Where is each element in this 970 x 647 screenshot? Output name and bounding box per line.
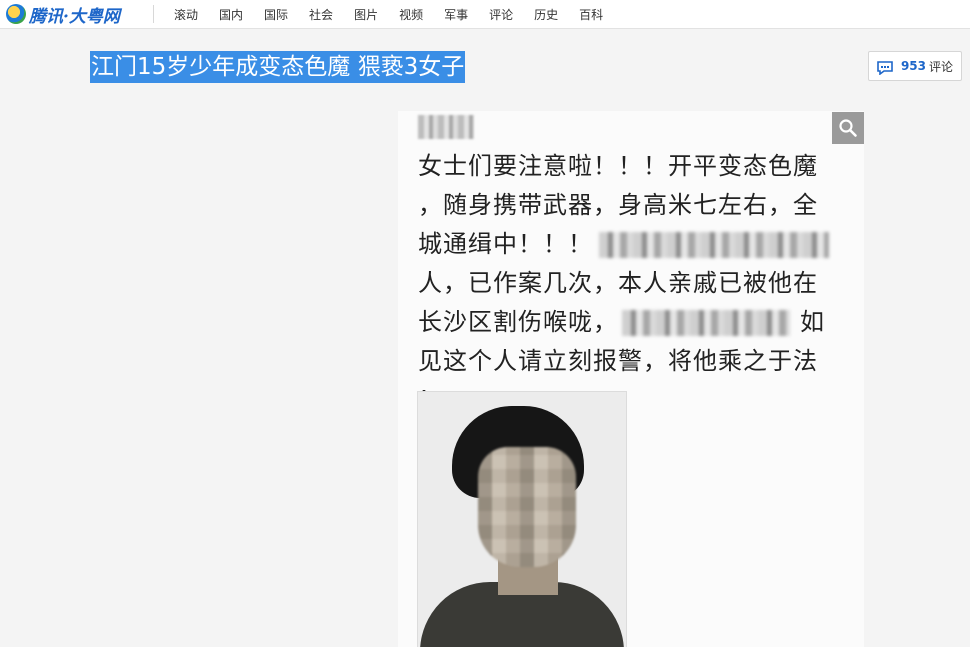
message-text: 城通缉中！！！ bbox=[418, 230, 593, 258]
logo-icon bbox=[6, 4, 26, 24]
nav-item-scroll[interactable]: 滚动 bbox=[174, 6, 198, 23]
nav-item-domestic[interactable]: 国内 bbox=[219, 6, 243, 23]
message-line: 女士们要注意啦！！！开平变态色魔 bbox=[418, 152, 818, 180]
comment-icon bbox=[877, 60, 893, 76]
comment-label: 评论 bbox=[929, 59, 954, 74]
top-nav-bar: 腾讯·大粤网 滚动 国内 国际 社会 图片 视频 军事 评论 历史 百科 bbox=[0, 0, 970, 29]
suspect-photo bbox=[417, 391, 627, 647]
nav-item-military[interactable]: 军事 bbox=[444, 6, 468, 23]
nav-item-video[interactable]: 视频 bbox=[399, 6, 423, 23]
image-message-text: 女士们要注意啦！！！开平变态色魔 ，随身携带武器，身高米七左右，全 城通缉中！！… bbox=[418, 147, 858, 420]
magnifier-icon bbox=[839, 119, 857, 137]
message-line: 见这个人请立刻报警，将他乘之于法 bbox=[418, 347, 818, 375]
blurred-header bbox=[418, 115, 474, 139]
site-logo[interactable]: 腾讯·大粤网 bbox=[6, 3, 120, 27]
article-image[interactable]: 女士们要注意啦！！！开平变态色魔 ，随身携带武器，身高米七左右，全 城通缉中！！… bbox=[398, 111, 864, 647]
nav-item-commentary[interactable]: 评论 bbox=[489, 6, 513, 23]
message-text: 长沙区割伤喉咙， bbox=[418, 308, 618, 336]
logo-text: 腾讯·大粤网 bbox=[29, 6, 120, 27]
message-line: 长沙区割伤喉咙， 如 bbox=[418, 303, 858, 342]
pixelated-text bbox=[599, 232, 829, 258]
nav-item-society[interactable]: 社会 bbox=[309, 6, 333, 23]
message-line: 人，已作案几次，本人亲戚已被他在 bbox=[418, 269, 818, 297]
nav-item-history[interactable]: 历史 bbox=[534, 6, 558, 23]
channel-nav: 滚动 国内 国际 社会 图片 视频 军事 评论 历史 百科 bbox=[174, 0, 624, 28]
message-line: 城通缉中！！！ bbox=[418, 225, 858, 264]
pixelated-face bbox=[478, 447, 576, 567]
zoom-button[interactable] bbox=[832, 112, 864, 144]
pixelated-text bbox=[622, 310, 790, 336]
nav-item-encyclopedia[interactable]: 百科 bbox=[579, 6, 603, 23]
nav-item-international[interactable]: 国际 bbox=[264, 6, 288, 23]
message-text: 如 bbox=[800, 308, 825, 336]
nav-divider bbox=[153, 5, 154, 23]
comment-count-button[interactable]: 953 评论 bbox=[868, 51, 962, 81]
article-headline: 江门15岁少年成变态色魔 猥亵3女子 bbox=[90, 51, 466, 83]
nav-item-pictures[interactable]: 图片 bbox=[354, 6, 378, 23]
message-line: ，随身携带武器，身高米七左右，全 bbox=[418, 191, 818, 219]
comment-count: 953 bbox=[900, 59, 927, 73]
